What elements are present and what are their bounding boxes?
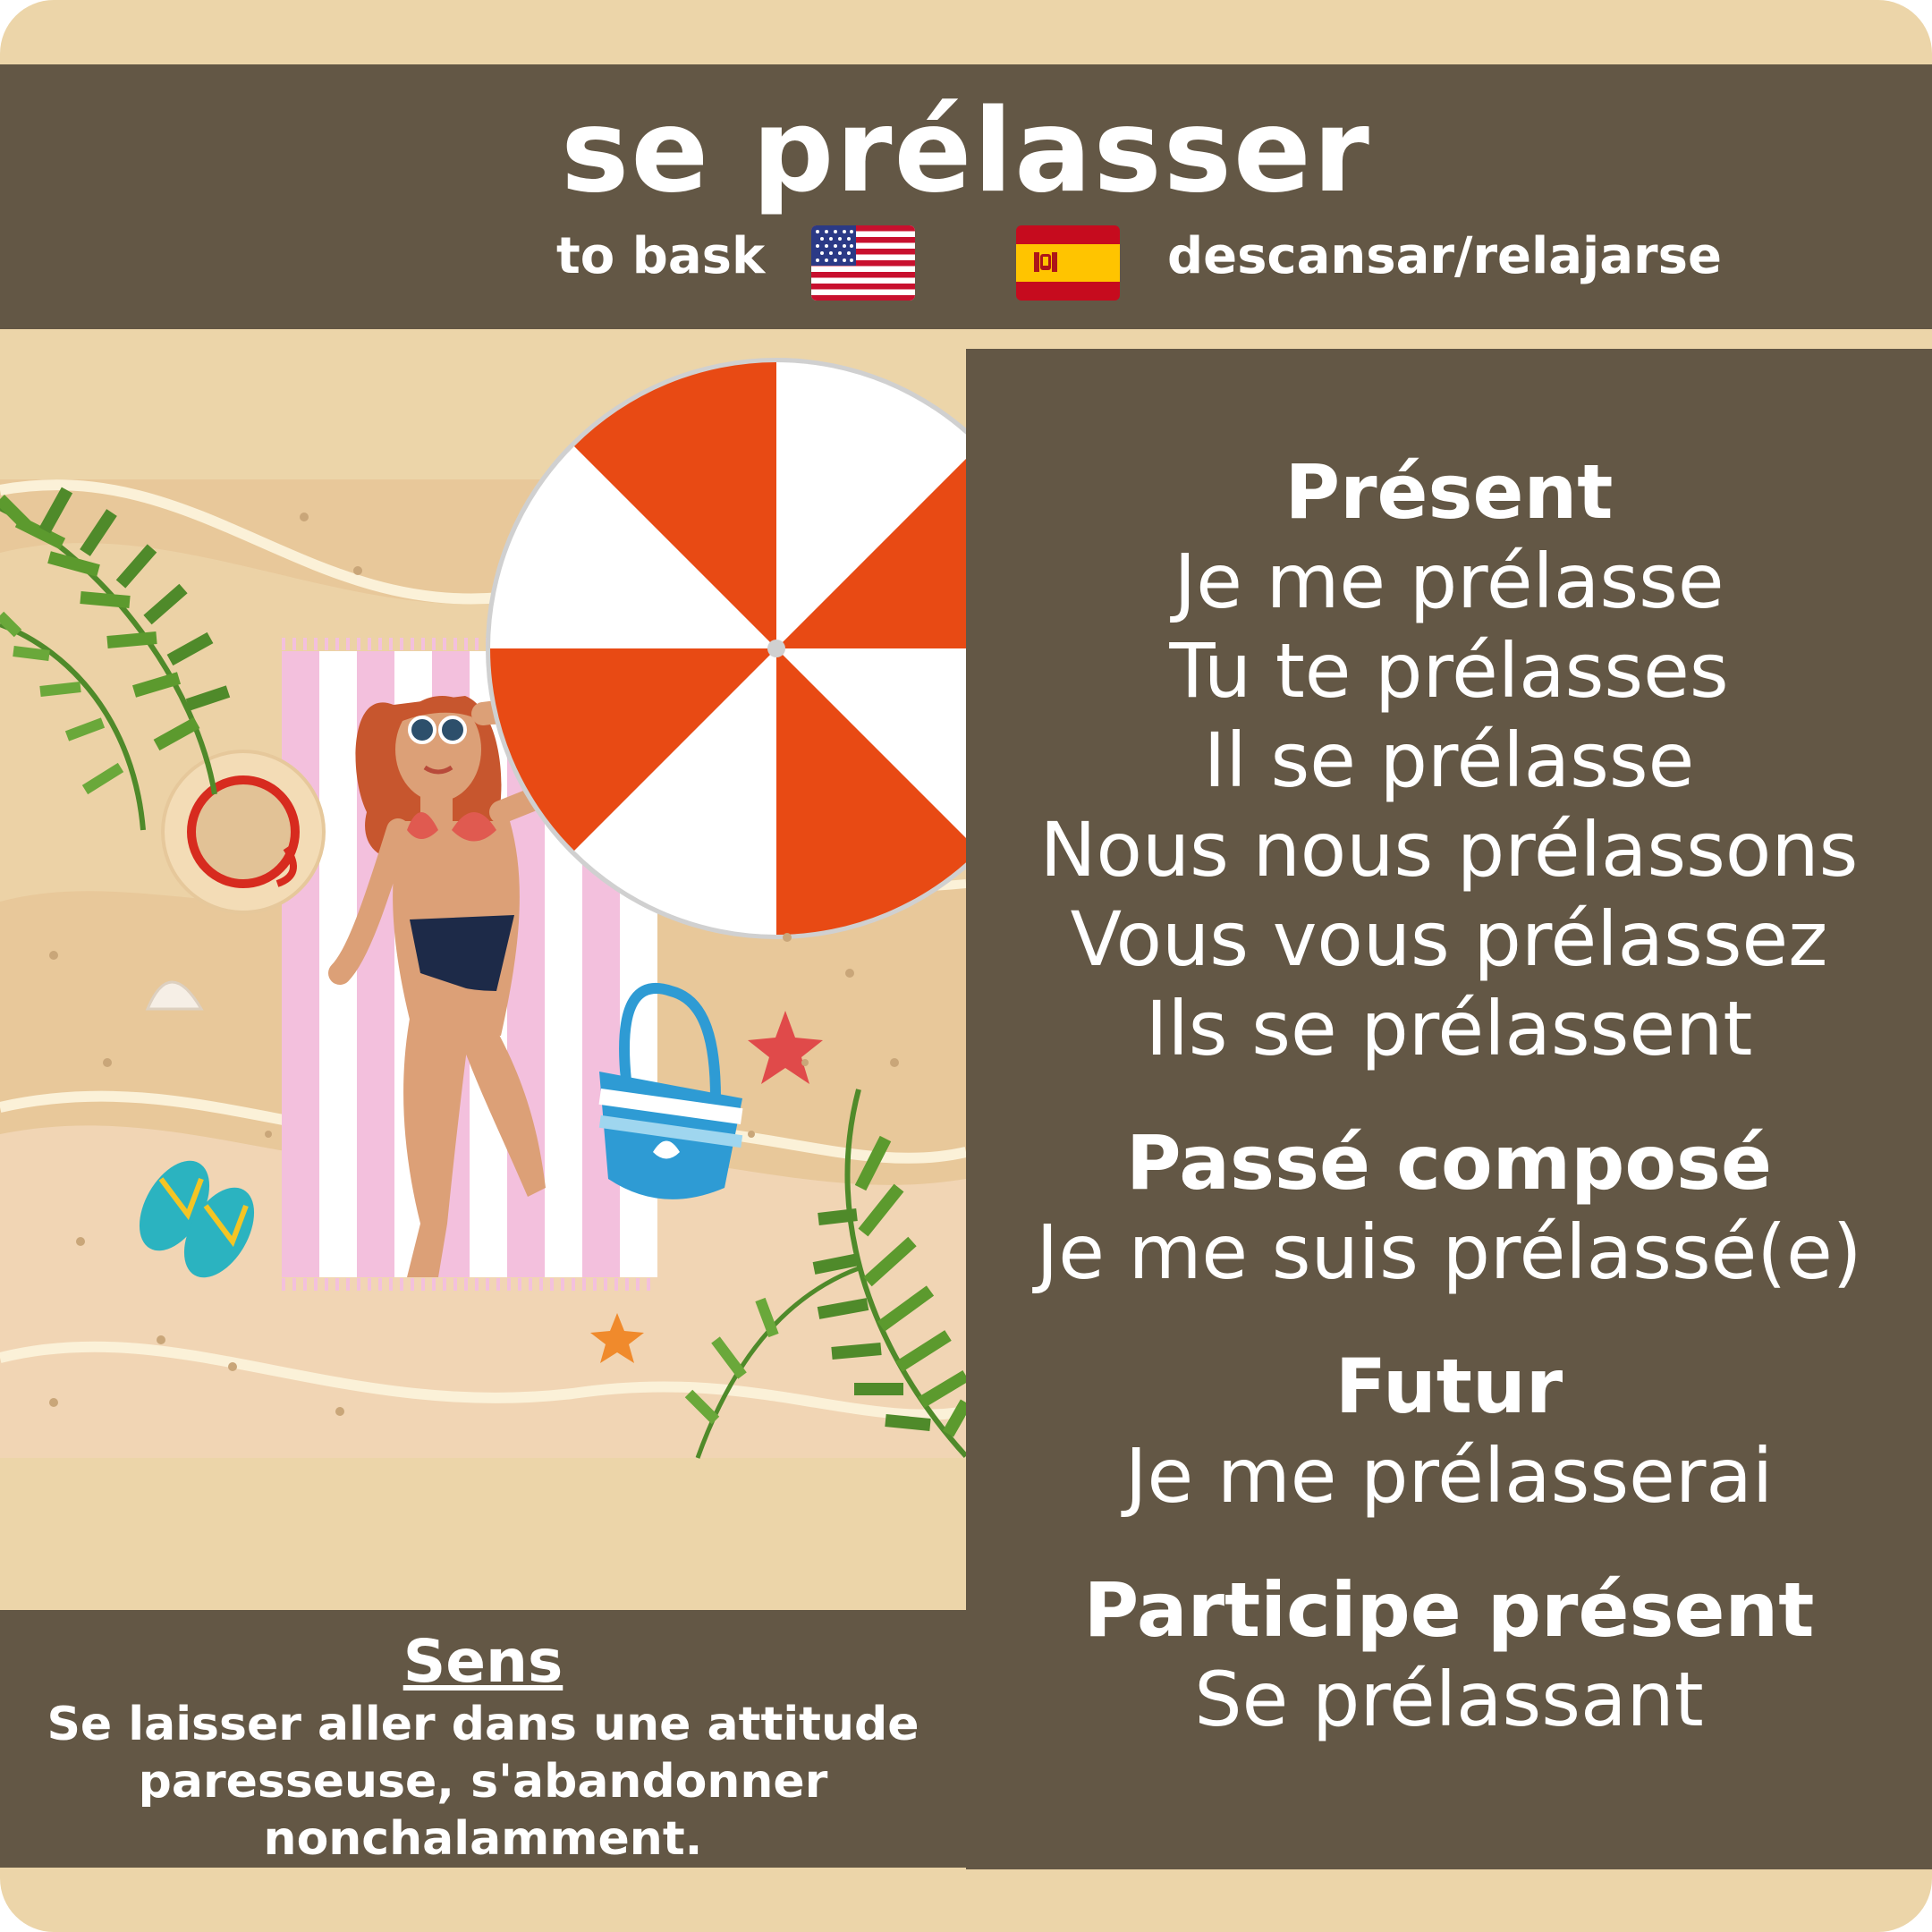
beach-illustration — [0, 358, 966, 1459]
tense-title-present: Présent — [1284, 448, 1614, 536]
tense-title-futur: Futur — [1335, 1343, 1563, 1430]
tense-title-participe-present: Participe présent — [1083, 1566, 1815, 1654]
spain-flag-icon — [1016, 225, 1120, 301]
meaning-text: Se laisser aller dans une attitude pares… — [47, 1698, 919, 1866]
verb-title: se prélasser — [561, 85, 1371, 218]
present-form: Tu te prélasses — [1169, 627, 1729, 715]
conjugation-panel: Présent Je me prélasse Tu te prélasses I… — [966, 349, 1932, 1869]
present-form: Vous vous prélassez — [1070, 895, 1828, 983]
meaning-title: Sens — [402, 1627, 564, 1696]
passe-compose-form: Je me suis prélassé(e) — [1036, 1208, 1862, 1296]
spanish-translation: descansar/relajarse — [1167, 227, 1722, 285]
sun-hat — [161, 750, 326, 914]
participe-present-form: Se prélassant — [1194, 1656, 1704, 1743]
present-form: Il se prélasse — [1203, 716, 1695, 804]
tense-title-passe-compose: Passé composé — [1125, 1119, 1773, 1207]
present-form: Je me prélasse — [1174, 538, 1724, 625]
present-form: Ils se prélassent — [1145, 985, 1753, 1072]
futur-form: Je me prélasserai — [1124, 1432, 1774, 1520]
us-flag-icon — [811, 225, 915, 301]
present-form: Nous nous prélassons — [1039, 806, 1859, 894]
verb-card: se prélasser to bask descansar/relajarse… — [0, 0, 1932, 1932]
english-translation: to bask — [556, 227, 766, 285]
meaning-panel: Sens Se laisser aller dans une attitude … — [0, 1610, 966, 1868]
